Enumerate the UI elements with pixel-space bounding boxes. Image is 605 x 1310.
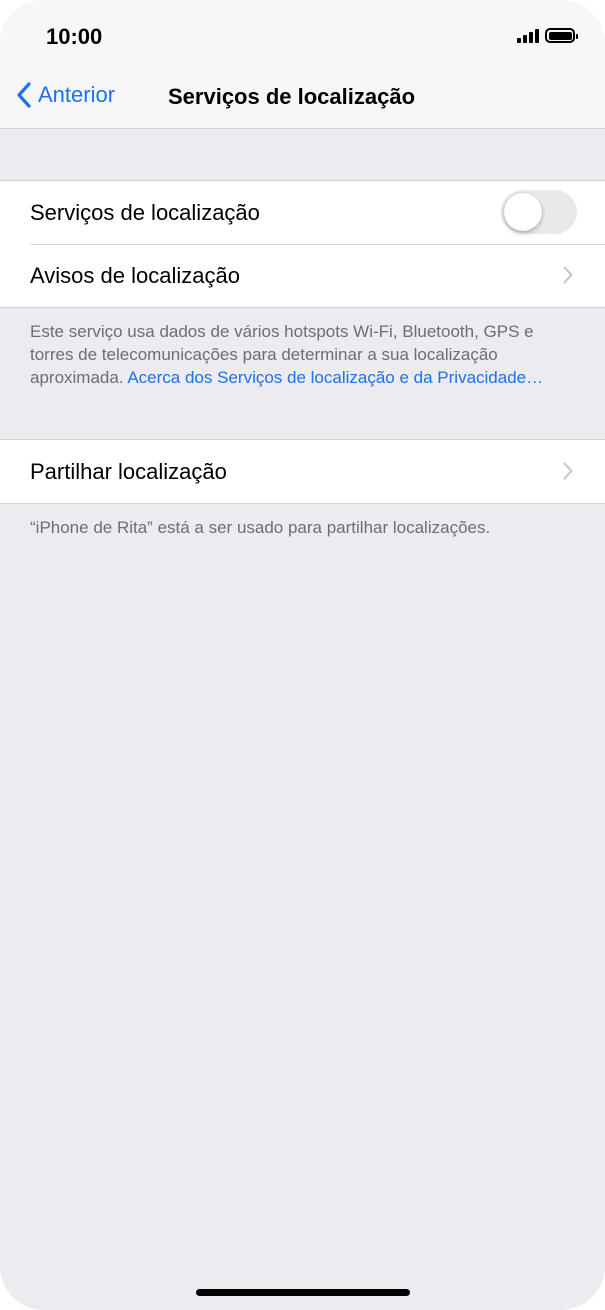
location-services-toggle[interactable]	[501, 190, 577, 234]
chevron-left-icon	[17, 82, 31, 108]
share-section: Partilhar localização	[0, 439, 605, 504]
location-section: Serviços de localização Avisos de locali…	[0, 180, 605, 308]
home-indicator[interactable]	[196, 1289, 410, 1296]
share-footnote: “iPhone de Rita” está a ser usado para p…	[30, 518, 491, 537]
location-alerts-label: Avisos de localização	[30, 262, 240, 288]
notch	[136, 0, 468, 60]
location-footnote: Este serviço usa dados de vários hotspot…	[0, 308, 605, 439]
chevron-right-icon	[563, 266, 573, 284]
battery-icon	[545, 28, 578, 43]
location-alerts-row[interactable]: Avisos de localização	[0, 244, 605, 307]
nav-bar: Anterior Serviços de localização	[0, 78, 605, 118]
status-icons	[517, 28, 578, 43]
status-time: 10:00	[46, 24, 103, 49]
navigation-header: 10:00 Anterior Serviços de localização	[0, 0, 605, 129]
location-services-label: Serviços de localização	[30, 199, 260, 225]
battery-level	[548, 31, 572, 40]
status-bar: 10:00	[0, 0, 605, 74]
location-services-row: Serviços de localização	[0, 181, 605, 244]
share-location-row[interactable]: Partilhar localização	[0, 440, 605, 503]
chevron-right-icon	[563, 462, 573, 480]
phone-screen: 10:00 Anterior Serviços de localização S…	[0, 0, 605, 1310]
back-label: Anterior	[38, 82, 116, 107]
cellular-signal-icon	[517, 29, 539, 43]
share-location-label: Partilhar localização	[30, 458, 227, 484]
back-button[interactable]: Anterior	[16, 82, 115, 108]
privacy-link[interactable]: Acerca dos Serviços de localização e da …	[127, 368, 543, 387]
toggle-knob	[504, 193, 542, 231]
page-title: Serviços de localização	[168, 84, 416, 109]
